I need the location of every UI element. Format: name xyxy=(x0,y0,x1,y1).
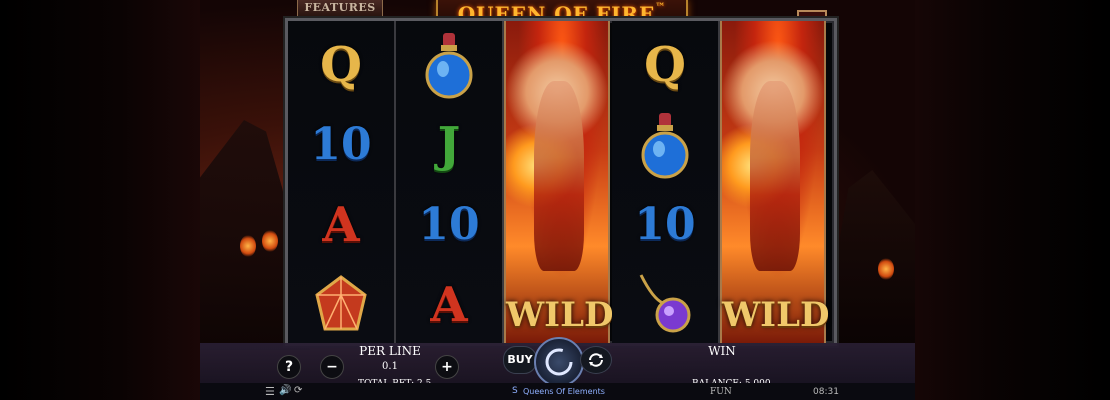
symbol-a: A xyxy=(430,277,468,333)
symbol-10: 10 xyxy=(310,119,372,170)
footer-bar: ☰ 🔊 ⟳ S Queens Of Elements FUN 08:31 xyxy=(200,383,915,400)
speaker-icon[interactable]: 🔊 xyxy=(279,385,291,396)
reel-cell: A xyxy=(288,185,394,265)
symbol-j: J xyxy=(437,117,461,173)
symbol-10: 10 xyxy=(418,199,480,250)
bet-increase-button[interactable]: + xyxy=(435,355,459,379)
background-right xyxy=(915,0,1110,400)
per-line-label: PER LINE xyxy=(359,344,421,358)
red-gem-graphic xyxy=(315,275,367,331)
reel-cell xyxy=(396,25,502,105)
reel-cell: 10 xyxy=(396,185,502,265)
symbol-10: 10 xyxy=(634,199,696,250)
blue-potion-icon xyxy=(421,29,477,101)
game-name: Queens Of Elements xyxy=(523,387,605,396)
bet-decrease-button[interactable]: − xyxy=(320,355,344,379)
reel-cell: J xyxy=(396,105,502,185)
glowing-eye-decor xyxy=(878,258,894,280)
help-button[interactable]: ? xyxy=(277,355,301,379)
symbol-q: Q xyxy=(320,37,362,93)
hamburger-icon[interactable]: ☰ xyxy=(265,385,275,398)
reel-cell: 10 xyxy=(288,105,394,185)
reel-1: Q 10 A xyxy=(288,21,396,343)
wild-label: WILD xyxy=(722,295,830,335)
features-button[interactable]: FEATURES xyxy=(297,0,383,17)
queen-figure xyxy=(534,81,584,271)
blue-potion-graphic xyxy=(425,33,473,99)
autoplay-button[interactable] xyxy=(580,346,612,374)
buy-feature-button[interactable]: BUY xyxy=(503,346,537,374)
symbol-a: A xyxy=(322,197,360,253)
reel-cell xyxy=(612,265,718,343)
glowing-eye-decor xyxy=(262,230,278,252)
reel-cell: A xyxy=(396,265,502,343)
reel-cell: Q xyxy=(612,25,718,105)
reel-cell xyxy=(288,265,394,343)
symbol-q: Q xyxy=(644,37,686,93)
purple-amulet-graphic xyxy=(639,274,691,333)
glowing-eye-decor xyxy=(240,235,256,257)
logo-tm: ™ xyxy=(655,2,667,13)
reel-2: J 10 A xyxy=(396,21,504,343)
blue-potion-icon xyxy=(637,109,693,181)
per-line-value: 0.1 xyxy=(382,361,398,372)
turbo-icon[interactable]: ⟳ xyxy=(294,385,302,396)
queen-figure xyxy=(750,81,800,271)
reel-cell: 10 xyxy=(612,185,718,265)
red-gem-icon xyxy=(311,273,371,337)
autoplay-icon xyxy=(589,353,603,367)
wild-reel: WILD xyxy=(504,21,614,343)
win-label: WIN xyxy=(708,344,736,358)
spin-button[interactable] xyxy=(534,337,584,387)
purple-amulet-icon xyxy=(633,269,697,341)
wild-reel: WILD xyxy=(720,21,830,343)
spin-icon xyxy=(545,348,573,376)
blue-potion-graphic xyxy=(641,113,689,179)
reel-cell xyxy=(612,105,718,185)
game-stage: FEATURES QUEEN OF FIRE™ 25 Q10AJ10AWILDQ… xyxy=(200,0,915,400)
reel-cell: Q xyxy=(288,25,394,105)
provider-logo-icon: S xyxy=(512,386,518,396)
clock: 08:31 xyxy=(813,387,839,397)
reel-frame: Q 10 A J 10 A WILD Q 10 WILD xyxy=(285,18,837,346)
mode-label: FUN xyxy=(710,387,732,397)
background-left xyxy=(0,0,200,400)
reel-4: Q 10 xyxy=(612,21,720,343)
wild-label: WILD xyxy=(506,295,614,335)
